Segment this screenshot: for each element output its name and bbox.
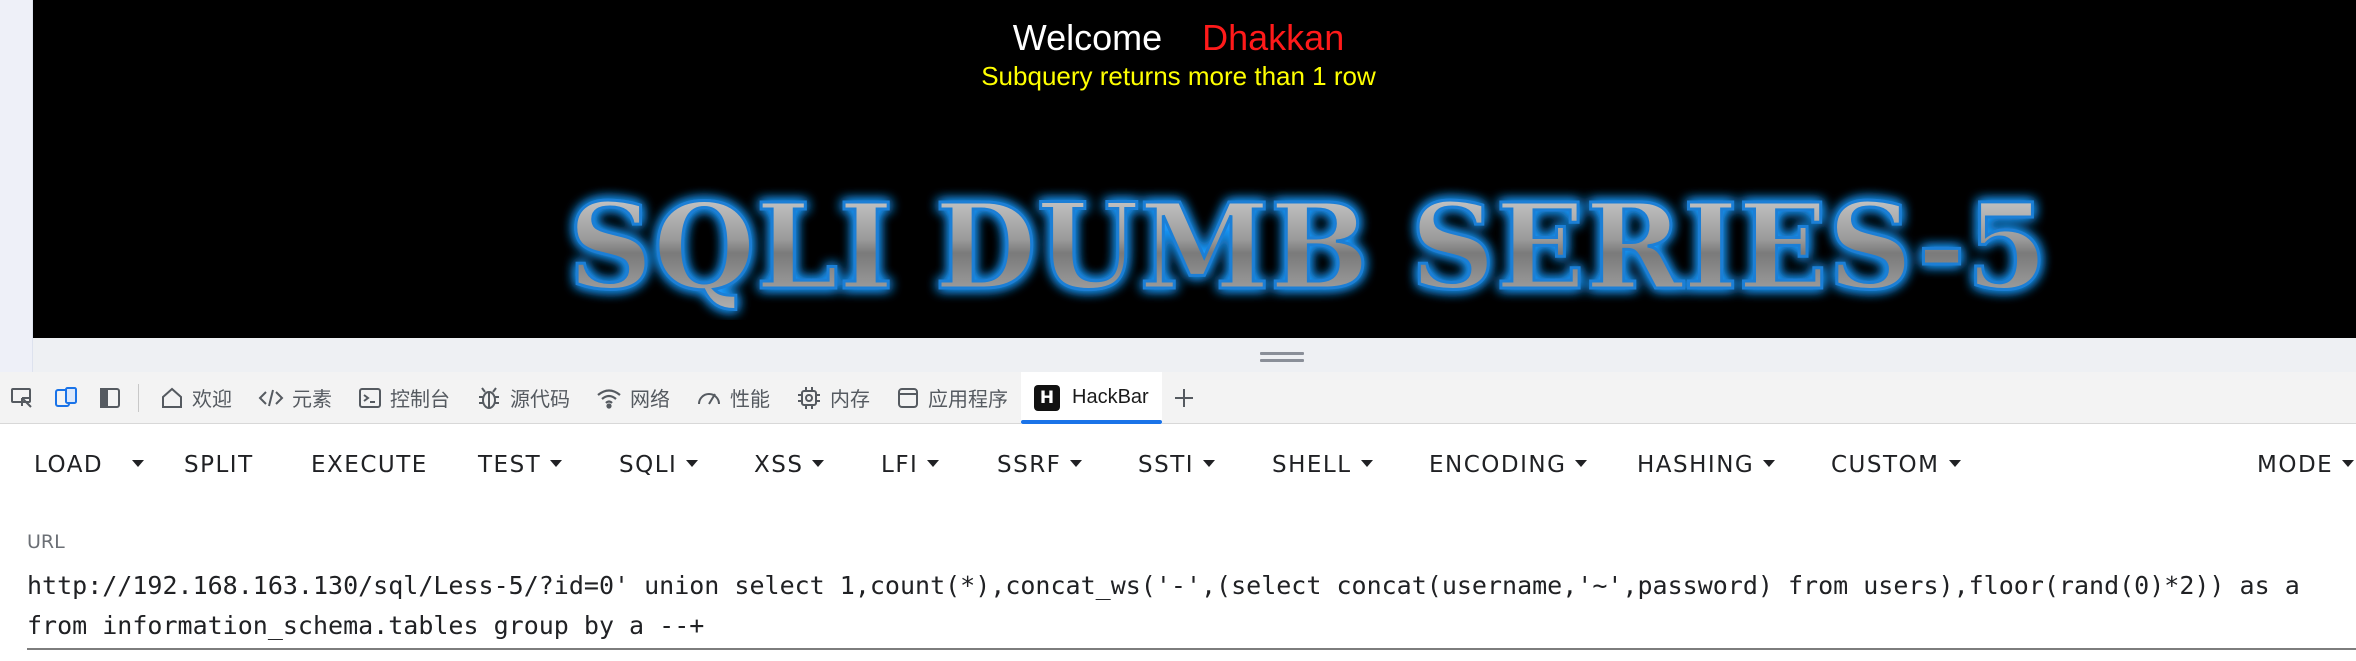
- chevron-down-icon: [1948, 460, 1961, 467]
- code-icon: [258, 389, 284, 406]
- welcome-username: Dhakkan: [1202, 17, 1345, 58]
- add-tab-button[interactable]: [1162, 372, 1206, 424]
- shell-menu-button[interactable]: SHELL: [1272, 448, 1373, 482]
- wifi-icon: [597, 388, 621, 409]
- chevron-down-icon: [1575, 460, 1588, 467]
- tab-label: 内存: [830, 389, 870, 411]
- gauge-icon: [698, 392, 720, 405]
- console-icon: [359, 387, 381, 408]
- tab-sources[interactable]: 源代码: [463, 372, 583, 424]
- home-icon: [162, 387, 182, 408]
- tab-memory[interactable]: 内存: [783, 372, 883, 424]
- chevron-down-icon: [1763, 460, 1776, 467]
- tab-label: 元素: [292, 389, 332, 411]
- mode-menu-button[interactable]: MODE: [2257, 448, 2355, 482]
- chevron-down-icon: [927, 460, 940, 467]
- url-line: from information_schema.tables group by …: [27, 611, 705, 640]
- tab-label: 控制台: [390, 389, 450, 411]
- window-icon: [898, 387, 918, 408]
- chevron-down-icon: [1070, 460, 1083, 467]
- url-line: http://192.168.163.130/sql/Less-5/?id=0'…: [27, 571, 2300, 600]
- url-textarea[interactable]: http://192.168.163.130/sql/Less-5/?id=0'…: [27, 566, 2356, 646]
- xss-menu-button[interactable]: XSS: [754, 448, 825, 482]
- tab-console[interactable]: 控制台: [345, 372, 463, 424]
- banner-text: SQLI DUMB SERIES-5: [568, 177, 2048, 316]
- encoding-menu-button[interactable]: ENCODING: [1429, 448, 1588, 482]
- load-dropdown-button[interactable]: [132, 448, 144, 482]
- page-viewport: Welcome Dhakkan Subquery returns more tha…: [0, 0, 2356, 372]
- url-section: URL http://192.168.163.130/sql/Less-5/?i…: [0, 506, 2356, 661]
- tab-elements[interactable]: 元素: [245, 372, 345, 424]
- test-menu-button[interactable]: TEST: [478, 448, 563, 482]
- ssrf-menu-button[interactable]: SSRF: [997, 448, 1083, 482]
- tab-welcome[interactable]: 欢迎: [147, 372, 245, 424]
- chevron-down-icon: [132, 460, 144, 467]
- welcome-text: Welcome: [1012, 17, 1163, 58]
- inspect-element-icon[interactable]: [0, 372, 44, 424]
- ssti-menu-button[interactable]: SSTI: [1138, 448, 1216, 482]
- dock-side-icon[interactable]: [88, 372, 132, 424]
- sql-error-message: Subquery returns more than 1 row: [981, 61, 1376, 91]
- toolbar-separator: [138, 383, 139, 412]
- hackbar-toolbar: LOAD SPLIT EXECUTE TEST SQLI XSS LFI SSR…: [0, 424, 2356, 506]
- web-page: Welcome Dhakkan Subquery returns more tha…: [33, 0, 2356, 338]
- lfi-menu-button[interactable]: LFI: [881, 448, 940, 482]
- chevron-down-icon: [2342, 460, 2355, 467]
- split-button[interactable]: SPLIT: [184, 448, 254, 482]
- url-label: URL: [27, 531, 65, 553]
- sqli-banner: SQLI DUMB SERIES-5: [538, 170, 2078, 320]
- panel-resize-handle[interactable]: [1260, 352, 1304, 364]
- left-gutter: [0, 0, 33, 372]
- chevron-down-icon: [1360, 460, 1373, 467]
- tab-label: 欢迎: [192, 389, 232, 411]
- hashing-menu-button[interactable]: HASHING: [1637, 448, 1776, 482]
- tab-label: 应用程序: [928, 389, 1008, 411]
- sqli-menu-button[interactable]: SQLI: [619, 448, 699, 482]
- tab-network[interactable]: 网络: [583, 372, 683, 424]
- tab-application[interactable]: 应用程序: [883, 372, 1021, 424]
- welcome-line: Welcome Dhakkan: [33, 16, 2324, 60]
- chevron-down-icon: [686, 460, 699, 467]
- chevron-down-icon: [550, 460, 563, 467]
- tab-label: 性能: [730, 389, 770, 411]
- tab-label: 网络: [630, 389, 670, 411]
- hackbar-logo-icon: H: [1034, 384, 1060, 411]
- chevron-down-icon: [1203, 460, 1216, 467]
- custom-menu-button[interactable]: CUSTOM: [1831, 448, 1961, 482]
- plus-icon: [1174, 388, 1193, 407]
- url-field-underline: [27, 648, 2356, 650]
- tab-label: 源代码: [510, 389, 570, 411]
- tab-label: HackBar: [1072, 386, 1149, 408]
- tab-hackbar[interactable]: H HackBar: [1021, 371, 1162, 424]
- load-button[interactable]: LOAD: [34, 448, 103, 482]
- bug-icon: [479, 386, 499, 409]
- execute-button[interactable]: EXECUTE: [311, 448, 428, 482]
- tab-performance[interactable]: 性能: [683, 372, 783, 424]
- device-emulation-icon[interactable]: [44, 372, 88, 424]
- chevron-down-icon: [812, 460, 825, 467]
- devtools-tab-strip: 欢迎 元素 控制台 源代码 网络 性能 内存 应用程序 H HackBar: [0, 371, 2356, 424]
- chip-icon: [798, 386, 820, 409]
